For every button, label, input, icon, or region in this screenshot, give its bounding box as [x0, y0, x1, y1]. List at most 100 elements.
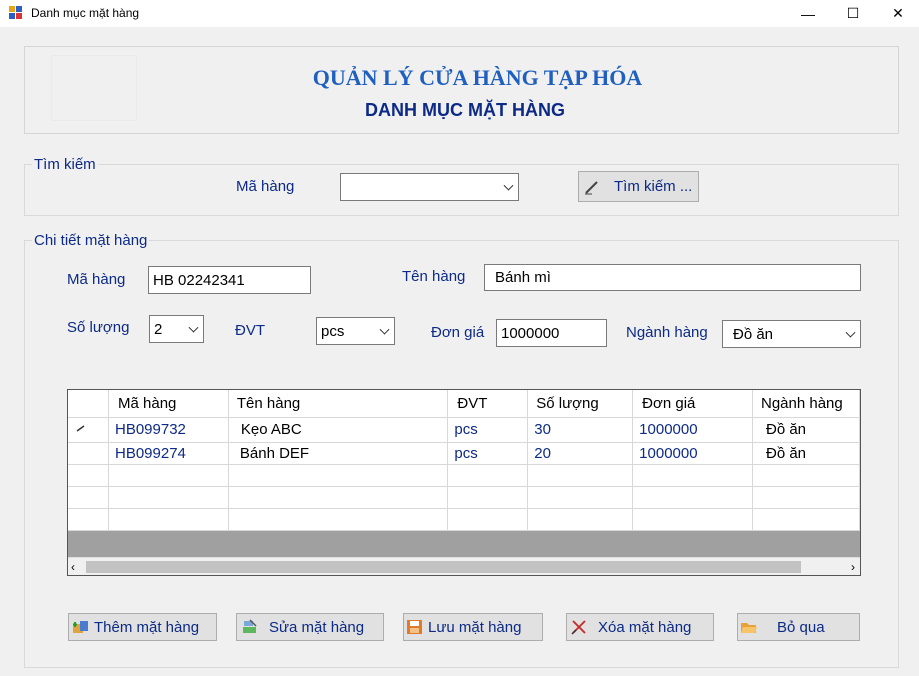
table-cell[interactable] — [527, 486, 634, 509]
save-icon — [407, 620, 422, 634]
chevron-down-icon — [188, 322, 199, 333]
table-cell[interactable]: 1000000 — [632, 417, 753, 443]
delete-item-button[interactable]: Xóa mặt hàng — [566, 613, 714, 641]
table-cell[interactable] — [632, 486, 753, 509]
table-cell[interactable]: Bánh DEF — [228, 442, 449, 465]
column-header-so-luong[interactable]: Số lượng — [527, 390, 634, 418]
row-header — [68, 442, 109, 465]
table-cell[interactable]: 20 — [527, 442, 634, 465]
so-luong-combo[interactable]: 2 — [149, 315, 204, 343]
delete-icon — [571, 620, 586, 635]
ma-hang-label: Mã hàng — [67, 271, 126, 288]
scroll-left-icon[interactable]: ‹ — [71, 558, 75, 575]
row-header — [68, 508, 109, 531]
table-cell[interactable]: 30 — [527, 417, 634, 443]
minimize-button[interactable]: — — [785, 0, 831, 27]
app-icon — [9, 6, 23, 20]
items-grid[interactable]: Mã hàng Tên hàng ĐVT Số lượng Đơn giá Ng… — [67, 389, 861, 576]
row-header — [68, 464, 109, 487]
edit-item-icon — [243, 619, 257, 633]
cancel-button[interactable]: Bỏ qua — [737, 613, 860, 641]
table-cell[interactable]: Đồ ăn — [752, 442, 860, 465]
column-header-dvt[interactable]: ĐVT — [447, 390, 529, 418]
table-cell[interactable] — [527, 508, 634, 531]
ma-hang-input[interactable]: HB 02242341 — [148, 266, 311, 294]
edit-item-button[interactable]: Sửa mặt hàng — [236, 613, 384, 641]
table-cell[interactable] — [108, 508, 229, 531]
nganh-hang-label: Ngành hàng — [626, 324, 708, 341]
maximize-button[interactable]: ☐ — [830, 0, 876, 27]
table-cell[interactable] — [527, 464, 634, 487]
current-row-pencil-icon — [68, 417, 109, 443]
ten-hang-label: Tên hàng — [402, 268, 466, 285]
add-item-button[interactable]: Thêm mặt hàng — [68, 613, 217, 641]
table-cell[interactable]: pcs — [447, 417, 529, 443]
table-cell[interactable] — [752, 486, 860, 509]
horizontal-scrollbar[interactable]: ‹ › — [68, 557, 860, 575]
table-cell[interactable] — [752, 508, 860, 531]
page-subtitle: DANH MỤC MẶT HÀNG — [365, 100, 565, 120]
delete-item-label: Xóa mặt hàng — [598, 618, 692, 636]
dvt-value: pcs — [321, 322, 345, 340]
dvt-label: ĐVT — [235, 322, 265, 339]
edit-item-label: Sửa mặt hàng — [269, 618, 365, 636]
add-item-label: Thêm mặt hàng — [94, 618, 200, 636]
save-item-label: Lưu mặt hàng — [428, 618, 522, 636]
table-row[interactable] — [68, 464, 860, 487]
folder-icon — [741, 623, 757, 633]
nganh-hang-value: Đồ ăn — [733, 325, 774, 343]
add-item-icon — [73, 621, 88, 633]
table-cell[interactable] — [108, 486, 229, 509]
table-row[interactable] — [68, 508, 860, 531]
table-row[interactable]: HB099732 Kẹo ABC pcs 30 1000000 Đồ ăn — [68, 417, 860, 443]
column-header-ten-hang[interactable]: Tên hàng — [228, 390, 449, 418]
column-header-nganh-hang[interactable]: Ngành hàng — [752, 390, 860, 418]
column-header-ma-hang[interactable]: Mã hàng — [108, 390, 229, 418]
scrollbar-thumb[interactable] — [86, 561, 801, 573]
close-button[interactable]: ✕ — [875, 0, 919, 27]
so-luong-label: Số lượng — [67, 319, 130, 336]
table-cell[interactable] — [447, 508, 529, 531]
table-cell[interactable] — [228, 508, 449, 531]
search-group-label: Tìm kiếm — [32, 156, 98, 173]
row-header-corner — [68, 390, 109, 418]
ten-hang-input[interactable]: Bánh mì — [484, 264, 861, 291]
table-cell[interactable] — [632, 508, 753, 531]
table-row[interactable]: HB099274 Bánh DEF pcs 20 1000000 Đồ ăn — [68, 442, 860, 465]
table-cell[interactable] — [228, 464, 449, 487]
save-item-button[interactable]: Lưu mặt hàng — [403, 613, 543, 641]
table-cell[interactable]: Đồ ăn — [752, 417, 860, 443]
scroll-right-icon[interactable]: › — [851, 558, 855, 575]
table-cell[interactable]: Kẹo ABC — [228, 417, 449, 443]
chevron-down-icon — [503, 180, 514, 191]
table-cell[interactable] — [228, 486, 449, 509]
table-cell[interactable]: pcs — [447, 442, 529, 465]
chevron-down-icon — [379, 324, 390, 335]
title-bar: Danh mục mặt hàng — ☐ ✕ — [0, 0, 919, 27]
pencil-icon — [585, 180, 598, 194]
search-ma-hang-combo[interactable] — [340, 173, 519, 201]
don-gia-input[interactable]: 1000000 — [496, 319, 607, 347]
table-cell[interactable]: 1000000 — [632, 442, 753, 465]
don-gia-label: Đơn giá — [431, 324, 485, 341]
so-luong-value: 2 — [154, 320, 163, 338]
table-cell[interactable] — [632, 464, 753, 487]
nganh-hang-combo[interactable]: Đồ ăn — [722, 320, 861, 348]
dvt-combo[interactable]: pcs — [316, 317, 395, 345]
window-title: Danh mục mặt hàng — [31, 6, 140, 20]
table-cell[interactable]: HB099274 — [108, 442, 229, 465]
column-header-don-gia[interactable]: Đơn giá — [632, 390, 753, 418]
search-button[interactable]: Tìm kiếm ... — [578, 171, 699, 202]
cancel-label: Bỏ qua — [777, 618, 825, 636]
table-cell[interactable] — [447, 486, 529, 509]
search-ma-hang-label: Mã hàng — [236, 178, 295, 195]
row-header — [68, 486, 109, 509]
items-table: Mã hàng Tên hàng ĐVT Số lượng Đơn giá Ng… — [68, 390, 860, 531]
table-cell[interactable]: HB099732 — [108, 417, 229, 443]
table-cell[interactable] — [108, 464, 229, 487]
table-cell[interactable] — [752, 464, 860, 487]
detail-group-label: Chi tiết mặt hàng — [32, 232, 150, 249]
chevron-down-icon — [845, 327, 856, 338]
table-row[interactable] — [68, 486, 860, 509]
table-cell[interactable] — [447, 464, 529, 487]
